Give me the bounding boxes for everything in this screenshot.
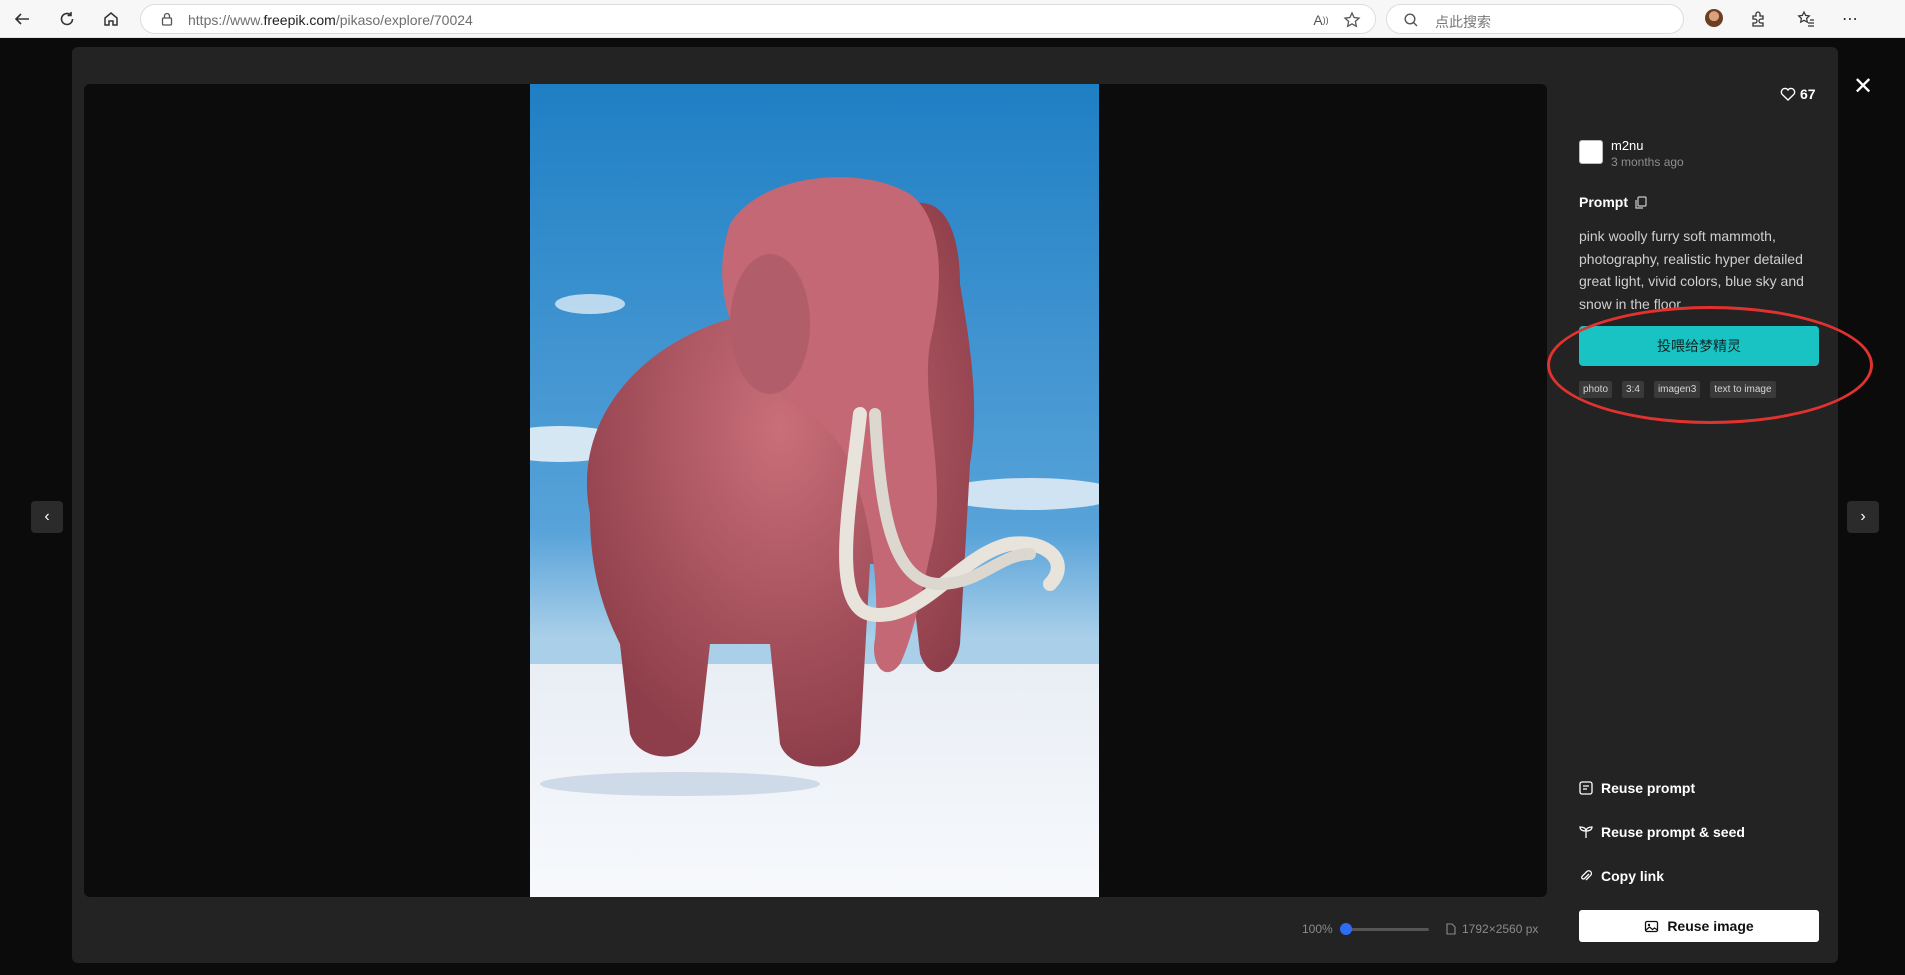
reuse-prompt-label: Reuse prompt bbox=[1601, 780, 1696, 796]
read-aloud-icon[interactable]: A)) bbox=[1312, 11, 1330, 29]
close-icon[interactable]: ✕ bbox=[1852, 75, 1874, 99]
search-icon bbox=[1404, 13, 1418, 27]
copy-icon[interactable] bbox=[1635, 195, 1647, 209]
image-dimensions: 1792×2560 px bbox=[1446, 922, 1538, 936]
previous-arrow-icon[interactable]: ‹ bbox=[31, 501, 63, 533]
paperclip-icon bbox=[1581, 870, 1593, 881]
url-text[interactable]: https://www.freepik.com/pikaso/explore/7… bbox=[188, 12, 473, 28]
extensions-icon[interactable] bbox=[1746, 7, 1770, 31]
prompt-title-text: Prompt bbox=[1579, 194, 1628, 210]
image-viewer bbox=[84, 84, 1547, 897]
file-icon bbox=[1446, 923, 1456, 935]
red-highlight-circle bbox=[1547, 306, 1873, 424]
author-name[interactable]: m2nu bbox=[1611, 138, 1644, 153]
zoom-level: 100% bbox=[1302, 922, 1333, 936]
copy-link-label: Copy link bbox=[1601, 868, 1665, 884]
reuse-prompt-button[interactable]: Reuse prompt bbox=[1579, 780, 1695, 796]
prompt-heading: Prompt bbox=[1579, 194, 1647, 210]
heart-icon bbox=[1780, 87, 1796, 101]
image-icon bbox=[1645, 920, 1659, 932]
reuse-image-button[interactable]: Reuse image bbox=[1579, 910, 1819, 942]
zoom-slider-track[interactable] bbox=[1345, 928, 1429, 931]
search-placeholder: 点此搜索 bbox=[1435, 14, 1491, 30]
refresh-icon[interactable] bbox=[55, 7, 79, 31]
seed-icon bbox=[1579, 826, 1593, 838]
prompt-text: pink woolly furry soft mammoth, photogra… bbox=[1579, 228, 1804, 311]
more-options-icon[interactable]: ⋯ bbox=[1838, 7, 1862, 31]
like-count: 67 bbox=[1800, 86, 1816, 102]
search-box[interactable]: 点此搜索 bbox=[1386, 4, 1684, 34]
back-icon[interactable] bbox=[10, 7, 34, 31]
address-bar[interactable]: https://www.freepik.com/pikaso/explore/7… bbox=[140, 4, 1376, 34]
favorite-star-icon[interactable] bbox=[1343, 11, 1361, 29]
reuse-image-label: Reuse image bbox=[1667, 918, 1754, 934]
reuse-prompt-seed-label: Reuse prompt & seed bbox=[1601, 824, 1745, 840]
next-arrow-icon[interactable]: › bbox=[1847, 501, 1879, 533]
home-icon[interactable] bbox=[99, 7, 123, 31]
post-time: 3 months ago bbox=[1611, 155, 1684, 169]
zoom-slider-handle[interactable] bbox=[1340, 923, 1352, 935]
lock-icon[interactable] bbox=[159, 11, 175, 27]
author-avatar[interactable] bbox=[1579, 140, 1603, 164]
profile-avatar[interactable] bbox=[1705, 9, 1723, 27]
dimensions-text: 1792×2560 px bbox=[1462, 922, 1539, 936]
like-button[interactable]: 67 bbox=[1780, 86, 1816, 102]
prompt-icon bbox=[1579, 781, 1593, 795]
favorites-list-icon[interactable] bbox=[1794, 7, 1818, 31]
browser-toolbar: https://www.freepik.com/pikaso/explore/7… bbox=[0, 0, 1905, 38]
mammoth-photo[interactable] bbox=[530, 84, 1099, 897]
copy-link-button[interactable]: Copy link bbox=[1579, 868, 1664, 884]
reuse-prompt-seed-button[interactable]: Reuse prompt & seed bbox=[1579, 824, 1745, 840]
